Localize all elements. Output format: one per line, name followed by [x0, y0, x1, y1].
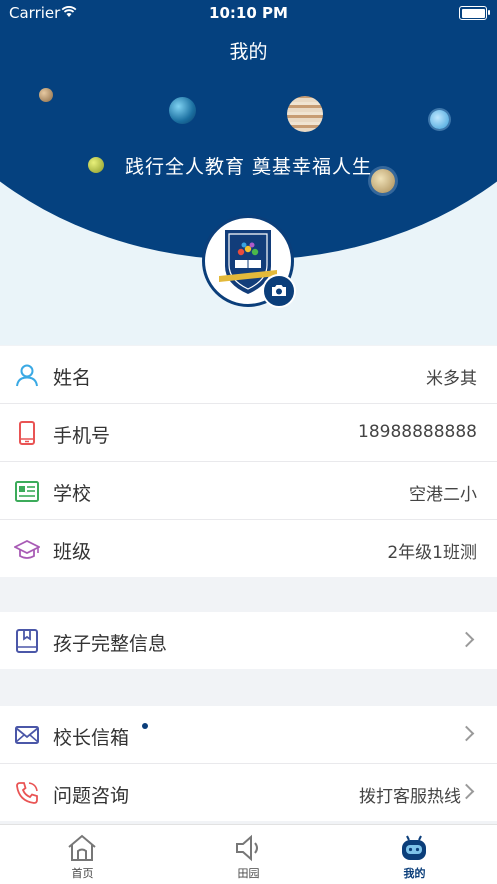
tab-garden-label: 田园: [237, 867, 260, 880]
phone-row: 手机号 18988888888: [0, 404, 497, 462]
bookmark-book-icon: [16, 629, 38, 653]
newspaper-icon: [15, 481, 39, 502]
planet-decoration: [169, 97, 196, 124]
profile-header: Carrier 10:10 PM 我的 践行全人教育 奠基幸福人生: [0, 0, 497, 345]
child-info-row[interactable]: 孩子完整信息: [0, 612, 497, 669]
phone-call-icon: [16, 782, 38, 804]
class-row: 班级 2年级1班测: [0, 520, 497, 577]
chevron-right-icon: [458, 725, 475, 742]
chevron-right-icon: [458, 631, 475, 648]
consult-row[interactable]: 问题咨询 拨打客服热线: [0, 764, 497, 821]
principal-mailbox-row[interactable]: 校长信箱: [0, 706, 497, 764]
planet-decoration: [430, 110, 449, 129]
planet-decoration: [39, 88, 53, 102]
page-title: 我的: [229, 41, 268, 63]
unread-dot: [142, 723, 148, 729]
child-info-section: 孩子完整信息: [0, 612, 497, 669]
principal-mailbox-label: 校长信箱: [53, 727, 130, 749]
name-label: 姓名: [53, 367, 92, 389]
phone-label: 手机号: [53, 425, 111, 447]
speaker-icon: [236, 834, 258, 862]
tab-home[interactable]: 首页: [0, 825, 165, 884]
name-value: 米多其: [426, 369, 477, 389]
hotline-text: 拨打客服热线: [359, 787, 461, 807]
profile-list: 姓名 米多其 手机号 18988888888 学校 空港二小 班级 2年级1班测: [0, 346, 497, 577]
planet-decoration: [287, 96, 323, 132]
tab-home-label: 首页: [71, 867, 94, 880]
home-icon: [68, 834, 96, 861]
phone-value: 18988888888: [358, 422, 477, 442]
tab-mine[interactable]: 我的: [332, 825, 497, 884]
tab-garden[interactable]: 田园: [166, 825, 331, 884]
tab-mine-label: 我的: [403, 867, 426, 880]
school-label: 学校: [53, 483, 92, 505]
phone-icon: [19, 421, 35, 445]
class-value: 2年级1班测: [387, 543, 477, 563]
tab-bar: 首页 田园 我的: [0, 824, 497, 884]
camera-icon: [272, 285, 286, 296]
person-icon: [16, 364, 38, 387]
battery-icon: [459, 6, 490, 20]
status-bar: Carrier 10:10 PM: [0, 0, 497, 26]
name-row: 姓名 米多其: [0, 346, 497, 404]
services-section: 校长信箱 问题咨询 拨打客服热线: [0, 706, 497, 821]
graduation-cap-icon: [14, 539, 40, 559]
school-row: 学校 空港二小: [0, 462, 497, 520]
consult-label: 问题咨询: [53, 785, 130, 807]
robot-icon: [402, 835, 426, 860]
school-value: 空港二小: [409, 485, 477, 505]
clock: 10:10 PM: [209, 4, 288, 22]
camera-button[interactable]: [262, 274, 296, 308]
class-label: 班级: [53, 541, 92, 563]
slogan: 践行全人教育 奠基幸福人生: [124, 156, 373, 178]
child-info-label: 孩子完整信息: [53, 633, 168, 655]
mail-icon: [15, 726, 39, 744]
chevron-right-icon: [458, 783, 475, 800]
